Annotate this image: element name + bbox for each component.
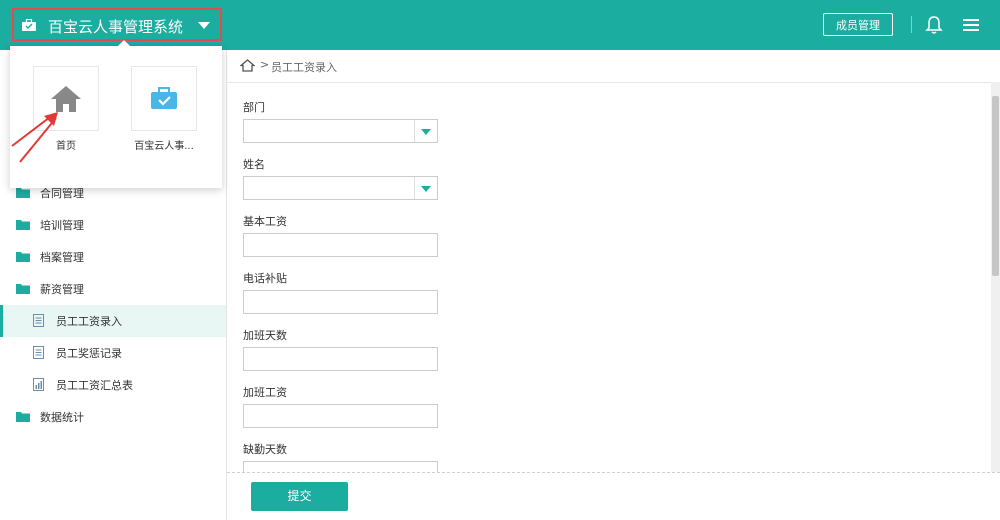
sidebar-item-label: 薪资管理 [40,283,84,296]
department-select[interactable] [243,119,438,143]
dropdown-button[interactable] [414,177,437,199]
sidebar-item-salary-summary[interactable]: 员工工资汇总表 [0,369,226,401]
folder-icon [16,188,30,198]
field-label-base-salary: 基本工资 [243,215,287,228]
document-icon [33,314,44,327]
overtime-days-input[interactable] [243,347,438,371]
chevron-down-icon[interactable] [198,22,210,29]
sidebar-item-salary-entry[interactable]: 员工工资录入 [0,305,226,337]
folder-icon [16,220,30,230]
breadcrumb-separator: > [260,58,270,71]
sidebar-item-training[interactable]: 培训管理 [0,209,226,241]
app-switcher[interactable]: 百宝云人事管理系统 [12,8,222,41]
sidebar-item-salary[interactable]: 薪资管理 [0,273,226,305]
app-tile-label: 百宝云人事... [134,141,194,152]
sidebar-item-rewards[interactable]: 员工奖惩记录 [0,337,226,369]
popup-notch [118,40,130,46]
member-management-button[interactable]: 成员管理 [823,13,893,36]
home-icon[interactable] [240,59,255,72]
phone-allowance-input[interactable] [243,290,438,314]
field-label-absence-days: 缺勤天数 [243,443,287,456]
breadcrumb-current: 员工工资录入 [271,61,337,74]
folder-icon [16,284,30,294]
scrollbar-thumb[interactable] [992,96,999,276]
document-icon [33,346,44,359]
briefcase-icon [22,19,36,31]
sidebar-item-label: 培训管理 [40,219,84,232]
field-label-overtime-pay: 加班工资 [243,386,287,399]
bell-icon[interactable] [925,15,943,35]
folder-icon [16,412,30,422]
sidebar-item-label: 员工工资汇总表 [56,379,133,392]
top-bar: 百宝云人事管理系统 成员管理 [0,0,1000,50]
sidebar-item-archive[interactable]: 档案管理 [0,241,226,273]
field-label-overtime-days: 加班天数 [243,329,287,342]
footer-divider [227,472,1000,473]
base-salary-input[interactable] [243,233,438,257]
hamburger-menu-icon[interactable] [963,18,979,32]
app-tile-hr-system[interactable] [131,66,197,131]
sidebar-item-label: 数据统计 [40,411,84,424]
breadcrumb: > 员工工资录入 [227,50,1000,83]
scrollbar[interactable] [991,82,1000,472]
dropdown-button[interactable] [414,120,437,142]
field-label-department: 部门 [243,101,265,114]
divider [911,16,912,33]
sidebar-item-label: 员工工资录入 [56,315,122,328]
folder-icon [16,252,30,262]
annotation-arrow [11,112,58,163]
briefcase-icon [151,87,177,109]
sidebar-item-label: 档案管理 [40,251,84,264]
submit-button[interactable]: 提交 [251,482,348,511]
sidebar-item-statistics[interactable]: 数据统计 [0,401,226,433]
chevron-down-icon [421,129,431,135]
report-icon [33,378,44,391]
app-title: 百宝云人事管理系统 [48,18,184,36]
overtime-pay-input[interactable] [243,404,438,428]
field-label-name: 姓名 [243,158,265,171]
sidebar-item-label: 员工奖惩记录 [56,347,122,360]
name-select[interactable] [243,176,438,200]
chevron-down-icon [421,186,431,192]
field-label-phone-allowance: 电话补贴 [243,272,287,285]
